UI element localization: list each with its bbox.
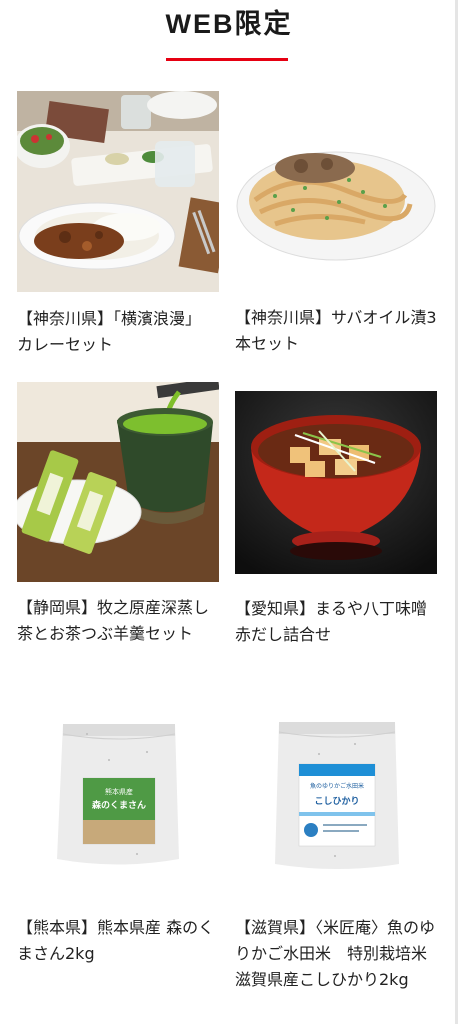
product-link[interactable]: 【静岡県】牧之原産深蒸し茶とお茶つぶ羊羹セット — [17, 382, 219, 647]
product-link[interactable]: 熊本県産 森のくまさん 【熊本県】熊本県産 森のくまさん2kg — [17, 714, 219, 967]
product-link[interactable]: 【神奈川県】サバオイル漬3本セット — [235, 140, 437, 357]
miso-soup-bowl-image — [235, 391, 437, 574]
product-title: 【静岡県】牧之原産深蒸し茶とお茶つぶ羊羹セット — [17, 598, 210, 643]
product-card[interactable]: 【静岡県】牧之原産深蒸し茶とお茶つぶ羊羹セット — [17, 382, 219, 647]
product-link[interactable]: 【神奈川県】「横濱浪漫」 カレーセット — [17, 91, 219, 358]
product-card[interactable]: 【愛知県】まるや八丁味噌 赤だし詰合せ — [235, 391, 444, 648]
bag1-line2: 森のくまさん — [92, 799, 146, 811]
bag2-line1: 魚のゆりかご水田米 — [310, 782, 364, 790]
product-title: 【愛知県】まるや八丁味噌 赤だし詰合せ — [235, 599, 444, 644]
product-card[interactable]: 魚のゆりかご水田米 こしひかり 【滋賀県】〈米匠庵〉魚のゆりかご水田米 特別栽培… — [235, 714, 437, 993]
product-link[interactable]: 【愛知県】まるや八丁味噌 赤だし詰合せ — [235, 391, 444, 648]
rice-bag-blue-image: 魚のゆりかご水田米 こしひかり — [235, 714, 437, 872]
product-title: 【神奈川県】サバオイル漬3本セット — [235, 308, 437, 353]
product-title: 【滋賀県】〈米匠庵〉魚のゆりかご水田米 特別栽培米 滋賀県産こしひかり2kg — [235, 918, 436, 989]
product-card[interactable]: 熊本県産 森のくまさん 【熊本県】熊本県産 森のくまさん2kg — [17, 714, 219, 967]
product-link[interactable]: 魚のゆりかご水田米 こしひかり 【滋賀県】〈米匠庵〉魚のゆりかご水田米 特別栽培… — [235, 714, 437, 993]
bag1-line1: 熊本県産 — [105, 787, 133, 796]
section-title: WEB限定 — [165, 9, 293, 39]
rice-bag-green-image: 熊本県産 森のくまさん — [17, 714, 219, 872]
title-underline — [166, 58, 288, 61]
product-card[interactable]: 【神奈川県】サバオイル漬3本セット — [235, 140, 437, 357]
curry-plate-image — [17, 91, 219, 292]
product-title: 【神奈川県】「横濱浪漫」 カレーセット — [17, 309, 202, 354]
pasta-plate-image — [235, 140, 437, 264]
green-tea-cup-image — [17, 382, 219, 582]
bag2-line2: こしひかり — [314, 796, 359, 807]
product-title: 【熊本県】熊本県産 森のくまさん2kg — [17, 918, 215, 963]
product-card[interactable]: 【神奈川県】「横濱浪漫」 カレーセット — [17, 91, 219, 358]
